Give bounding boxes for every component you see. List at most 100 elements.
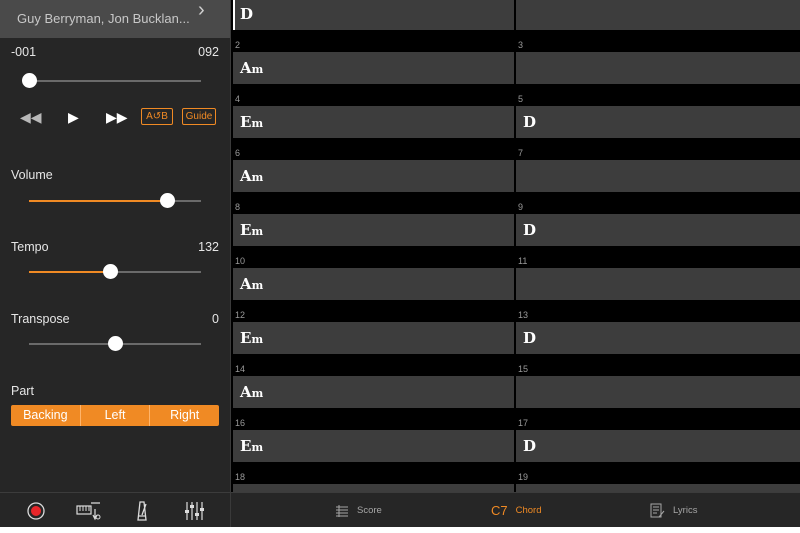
position-start: -001 [11,45,37,59]
score-icon [336,504,348,517]
volume-slider[interactable] [29,193,201,208]
chord-bar-cell[interactable]: D [233,0,514,30]
transpose-value: 0 [212,312,219,326]
bar-number: 10 [235,256,246,266]
playhead-cursor [233,0,235,30]
chord-bar-cell[interactable]: D [516,430,800,462]
tab-lyrics[interactable]: Lyrics [649,493,697,527]
guide-button[interactable]: Guide [182,108,216,125]
chord-symbol: Em [240,113,264,131]
part-backing-button[interactable]: Backing [11,405,80,426]
tab-lyrics-label: Lyrics [673,505,698,516]
song-settings-icon[interactable] [74,499,104,523]
play-icon[interactable]: ▶ [68,109,79,126]
tab-score-label: Score [357,505,382,516]
song-title: Guy Berryman, Jon Bucklan... [17,11,190,26]
bar-number: 13 [518,310,529,320]
chord-bar-cell[interactable]: Em [233,214,514,246]
chord-bar-cell[interactable]: Am [233,376,514,408]
volume-slider-fill [29,200,167,202]
chord-bar-cell[interactable]: Em [233,322,514,354]
bar-number: 2 [235,40,241,50]
bar-number: 15 [518,364,529,374]
bar-number: 11 [518,256,528,266]
chord-bar-cell[interactable] [516,52,800,84]
bar-number: 9 [518,202,524,212]
rewind-icon[interactable]: ◀◀ [20,109,42,126]
position-slider-thumb[interactable] [22,73,37,88]
chord-bar-cell[interactable]: Em [233,106,514,138]
chord-symbol: D [523,221,537,239]
chord-symbol: D [240,5,254,23]
bar-number: 8 [235,202,241,212]
chord-bar-cell[interactable]: Am [233,52,514,84]
bar-number: 19 [518,472,529,482]
part-selector: Backing Left Right [11,405,219,426]
position-end: 092 [198,45,219,59]
chevron-right-icon[interactable]: › [198,0,205,22]
chord-symbol: Em [240,437,264,455]
record-icon[interactable] [24,499,48,523]
tempo-value: 132 [198,240,219,254]
ab-repeat-button[interactable]: A↺B [141,108,173,125]
fast-forward-icon[interactable]: ▶▶ [106,109,128,126]
bar-number: 12 [235,310,246,320]
chord-symbol: Am [240,59,264,77]
chord-bar-cell[interactable]: Am [233,160,514,192]
bar-number: 5 [518,94,524,104]
chord-symbol: D [523,329,537,347]
mixer-icon[interactable] [182,499,206,523]
part-left-button[interactable]: Left [79,405,150,426]
volume-slider-thumb[interactable] [159,193,175,208]
tempo-label: Tempo [11,240,49,254]
tempo-slider-thumb[interactable] [102,264,118,279]
chord-grid: D 2 Am 3 4 Em 5 D 6 Am 7 8 Em 9 D 10 Am 11 12 Em 13 D 14 Am 15 16… [231,0,800,492]
chord-symbol: Am [240,383,264,401]
part-right-button[interactable]: Right [149,405,219,426]
chord-bar-cell[interactable] [516,0,800,30]
bar-number: 7 [518,148,524,158]
control-panel: Guy Berryman, Jon Bucklan... › -001 092 … [0,0,231,527]
chord-icon: C7 [491,503,508,518]
chord-symbol: D [523,113,537,131]
part-label: Part [11,384,34,398]
bar-number: 4 [235,94,241,104]
chord-bar-cell[interactable] [516,268,800,300]
bar-number: 6 [235,148,241,158]
chord-symbol: Am [240,275,264,293]
bar-number: 16 [235,418,246,428]
song-header[interactable]: Guy Berryman, Jon Bucklan... › [0,0,230,38]
volume-label: Volume [11,168,53,182]
chord-symbol: Am [240,167,264,185]
chord-symbol: Em [240,329,264,347]
bar-number: 14 [235,364,246,374]
transpose-slider-thumb[interactable] [108,336,123,351]
left-toolbar [0,492,230,527]
chord-bar-cell[interactable]: D [516,106,800,138]
bar-number: 3 [518,40,524,50]
transpose-slider[interactable] [29,336,201,351]
app-window: Guy Berryman, Jon Bucklan... › -001 092 … [0,0,800,527]
chord-bar-cell[interactable] [516,376,800,408]
chord-bar-cell[interactable] [233,484,514,492]
chord-bar-cell[interactable] [516,484,800,492]
chord-symbol: D [523,437,537,455]
position-slider[interactable] [22,73,201,88]
metronome-icon[interactable] [130,499,154,523]
tempo-slider-fill [29,271,110,273]
chord-symbol: Em [240,221,264,239]
transpose-label: Transpose [11,312,70,326]
tempo-slider[interactable] [29,264,201,279]
tab-score[interactable]: Score [335,493,382,527]
chord-bar-cell[interactable]: Am [233,268,514,300]
view-tab-bar: Score C7 Chord Lyrics [231,492,800,527]
bar-number: 17 [518,418,529,428]
chord-bar-cell[interactable]: D [516,214,800,246]
chord-bar-cell[interactable]: Em [233,430,514,462]
chord-bar-cell[interactable]: D [516,322,800,354]
lyrics-icon [650,503,665,517]
bar-number: 18 [235,472,246,482]
chord-bar-cell[interactable] [516,160,800,192]
tab-chord[interactable]: C7 Chord [491,493,542,527]
tab-chord-label: Chord [515,505,542,516]
